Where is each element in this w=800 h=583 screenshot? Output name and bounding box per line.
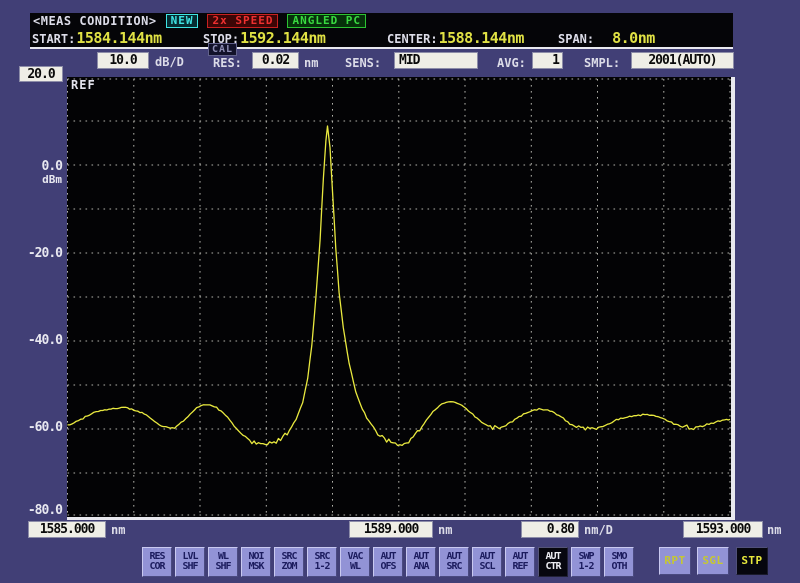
sweep-key-sgl[interactable]: SGL: [697, 547, 729, 575]
res-label: RES:: [213, 56, 242, 70]
softkey-swp-1-2[interactable]: SWP1-2: [571, 547, 601, 577]
cal-indicator: CAL: [208, 43, 237, 56]
new-badge: NEW: [166, 14, 199, 28]
x-end-unit: nm: [767, 523, 781, 537]
softkey-res-cor[interactable]: RESCOR: [142, 547, 172, 577]
meas-condition-line: <MEAS CONDITION> NEW 2x SPEED ANGLED PC: [33, 14, 366, 28]
meas-condition-band: <MEAS CONDITION> NEW 2x SPEED ANGLED PC …: [30, 13, 733, 49]
softkey-src-zom[interactable]: SRCZOM: [274, 547, 304, 577]
softkey-smo-oth[interactable]: SMOOTH: [604, 547, 634, 577]
softkey-src-1-2[interactable]: SRC1-2: [307, 547, 337, 577]
smpl-value-box: 2001(AUTO): [631, 52, 734, 69]
softkey-aut-ofs[interactable]: AUTOFS: [373, 547, 403, 577]
softkey-wl-shf[interactable]: WLSHF: [208, 547, 238, 577]
x-start-unit: nm: [111, 523, 125, 537]
angled-pc-badge: ANGLED PC: [287, 14, 366, 28]
avg-label: AVG:: [497, 56, 526, 70]
start-value: 1584.144nm: [76, 29, 161, 47]
plot-area: REF: [67, 77, 735, 520]
x-center-value-box: 1589.000: [349, 521, 433, 538]
softkey-aut-src[interactable]: AUTSRC: [439, 547, 469, 577]
softkey-aut-ref[interactable]: AUTREF: [505, 547, 535, 577]
start-label: START:: [32, 32, 75, 46]
graticule-grid: [68, 79, 731, 515]
x-end-value-box: 1593.000: [683, 521, 763, 538]
level-scale-unit: dB/D: [155, 55, 184, 69]
y-tick-label: -80.0: [12, 503, 62, 518]
y-tick-label: -60.0: [12, 420, 62, 435]
sens-value-box: MID: [394, 52, 478, 69]
level-scale-value-box: 10.0: [97, 52, 149, 69]
y-tick-label: 0.0: [12, 159, 62, 174]
meas-condition-title: <MEAS CONDITION>: [33, 14, 157, 28]
avg-value-box: 1: [532, 52, 563, 69]
x-center-unit: nm: [438, 523, 452, 537]
y-axis-unit: dBm: [12, 173, 62, 186]
y-tick-label: -40.0: [12, 333, 62, 348]
stop-value: 1592.144nm: [240, 29, 325, 47]
sweep-key-rpt[interactable]: RPT: [659, 547, 691, 575]
ref-level-value-box: 20.0: [19, 66, 63, 82]
sens-label: SENS:: [345, 56, 381, 70]
softkey-aut-ana[interactable]: AUTANA: [406, 547, 436, 577]
res-unit: nm: [304, 56, 318, 70]
trace-svg: [67, 77, 731, 517]
y-tick-label: -20.0: [12, 246, 62, 261]
x-start-value-box: 1585.000: [28, 521, 106, 538]
x-scale-value-box: 0.80: [521, 521, 579, 538]
osa-screen: <MEAS CONDITION> NEW 2x SPEED ANGLED PC …: [0, 0, 800, 583]
softkey-aut-ctr[interactable]: AUTCTR: [538, 547, 568, 577]
res-value-box: 0.02: [252, 52, 299, 69]
sweep-range-line: START: 1584.144nm STOP: 1592.144nm CENTE…: [30, 29, 733, 47]
start-field: START: 1584.144nm: [32, 29, 162, 47]
softkey-noi-msk[interactable]: NOIMSK: [241, 547, 271, 577]
softkey-vac-wl[interactable]: VACWL: [340, 547, 370, 577]
center-field: CENTER: 1588.144nm: [387, 29, 524, 47]
speed-badge: 2x SPEED: [207, 14, 278, 28]
smpl-label: SMPL:: [584, 56, 620, 70]
sweep-key-stp[interactable]: STP: [736, 547, 768, 575]
x-scale-unit: nm/D: [584, 523, 613, 537]
softkey-aut-scl[interactable]: AUTSCL: [472, 547, 502, 577]
ref-line-label: REF: [71, 78, 96, 92]
center-value: 1588.144nm: [439, 29, 524, 47]
span-label: SPAN:: [558, 32, 594, 46]
softkey-lvl-shf[interactable]: LVLSHF: [175, 547, 205, 577]
center-label: CENTER:: [387, 32, 438, 46]
span-field: SPAN: 8.0nm: [558, 29, 655, 47]
span-value: 8.0nm: [612, 29, 655, 47]
